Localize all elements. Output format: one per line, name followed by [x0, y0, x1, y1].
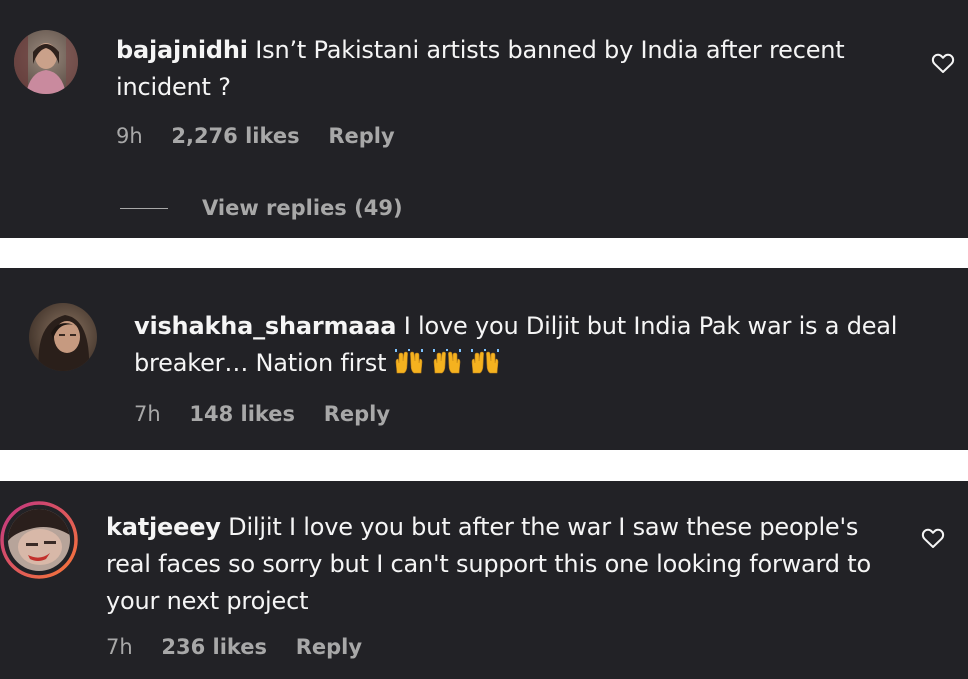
- reply-button[interactable]: Reply: [324, 402, 390, 426]
- like-button[interactable]: [931, 52, 955, 74]
- comment-body: katjeeey Diljit I love you but after the…: [106, 509, 896, 620]
- avatar-story-ring[interactable]: [0, 501, 78, 579]
- heart-outline-icon: [921, 528, 945, 548]
- like-count[interactable]: 2,276 likes: [171, 124, 299, 148]
- comment-meta: 7h 236 likes Reply: [106, 635, 362, 659]
- replies-divider: [120, 207, 168, 209]
- comment-time: 9h: [116, 124, 143, 148]
- reply-button[interactable]: Reply: [328, 124, 394, 148]
- like-button[interactable]: [921, 527, 945, 549]
- view-replies-label: View replies (49): [202, 196, 403, 220]
- profile-photo: [0, 501, 78, 579]
- like-count[interactable]: 148 likes: [189, 402, 295, 426]
- comment-meta: 9h 2,276 likes Reply: [116, 124, 395, 148]
- emoji-group: [386, 349, 500, 377]
- heart-outline-icon: [931, 53, 955, 73]
- comment-card: katjeeey Diljit I love you but after the…: [0, 481, 968, 679]
- profile-photo: [29, 303, 97, 371]
- like-count[interactable]: 236 likes: [161, 635, 267, 659]
- username[interactable]: vishakha_sharmaaa: [134, 312, 396, 340]
- comment-card: bajajnidhi Isn’t Pakistani artists banne…: [0, 0, 968, 238]
- raising-hands-emoji: [471, 349, 500, 374]
- raising-hands-emoji: [433, 349, 462, 374]
- comment-body: bajajnidhi Isn’t Pakistani artists banne…: [116, 32, 886, 106]
- avatar[interactable]: [29, 303, 97, 371]
- comment-body: vishakha_sharmaaa I love you Diljit but …: [134, 308, 954, 382]
- comment-text: Diljit I love you but after the war I sa…: [106, 513, 871, 615]
- reply-button[interactable]: Reply: [296, 635, 362, 659]
- comment-card: vishakha_sharmaaa I love you Diljit but …: [0, 268, 968, 450]
- comment-meta: 7h 148 likes Reply: [134, 402, 390, 426]
- username[interactable]: katjeeey: [106, 513, 221, 541]
- profile-photo: [14, 30, 78, 94]
- comment-time: 7h: [106, 635, 133, 659]
- view-replies-button[interactable]: View replies (49): [120, 196, 403, 220]
- raising-hands-emoji: [395, 349, 424, 374]
- comment-time: 7h: [134, 402, 161, 426]
- username[interactable]: bajajnidhi: [116, 36, 248, 64]
- avatar[interactable]: [14, 30, 78, 94]
